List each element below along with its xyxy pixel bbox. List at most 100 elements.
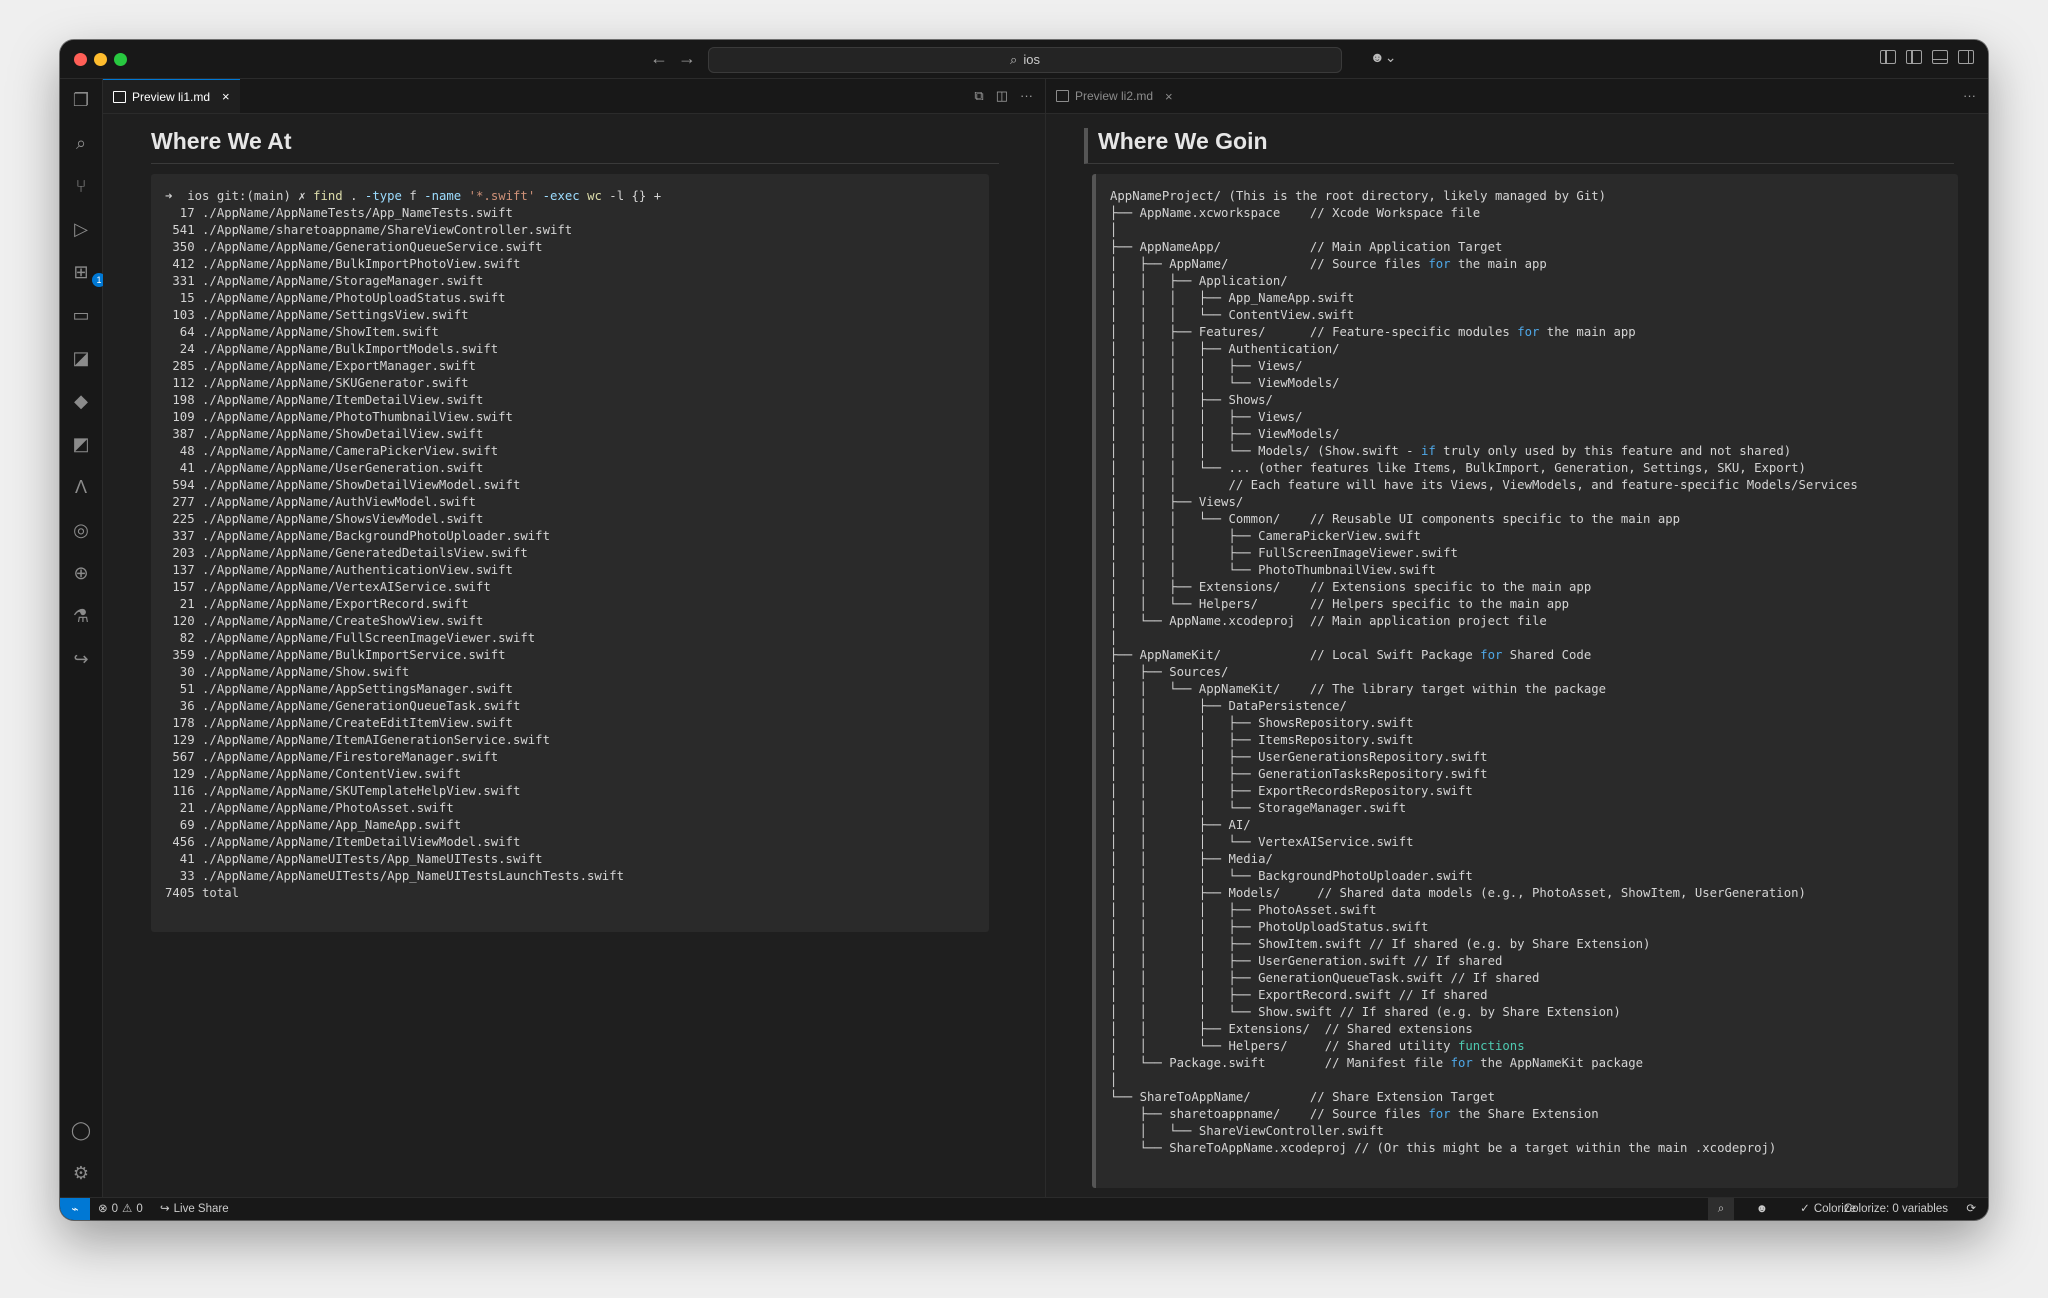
tree-line: ├── AppName.xcworkspace // Xcode Workspa… [1110, 205, 1958, 222]
swift-tools-icon[interactable]: ◩ [70, 433, 92, 455]
tree-line: ├── AppNameApp/ // Main Application Targ… [1110, 239, 1958, 256]
remote-indicator-icon[interactable]: ⌁ [60, 1198, 90, 1220]
notifications-icon[interactable]: ⟳ [1966, 1198, 1976, 1220]
swift-icon[interactable]: ◪ [70, 347, 92, 369]
text-token: Shared Code [1502, 648, 1592, 662]
output-line: 120 ./AppName/AppName/CreateShowView.swi… [165, 614, 484, 628]
gitlens-icon[interactable]: ◎ [70, 519, 92, 541]
tree-line: │ │ │ └── BackgroundPhotoUploader.swift [1110, 868, 1958, 885]
more-actions-icon[interactable]: ··· [1963, 88, 1976, 103]
settings-gear-icon[interactable]: ⚙ [70, 1162, 92, 1184]
arrow-left-icon[interactable]: ← [650, 48, 668, 68]
minimize-window-button[interactable] [94, 53, 107, 66]
colorize-variables-status[interactable]: Colorize: 0 variables [1844, 1198, 1948, 1220]
page-title: Where We Goin [1084, 128, 1954, 164]
output-line: 387 ./AppName/AppName/ShowDetailView.swi… [165, 427, 484, 441]
output-line: 41 ./AppName/AppName/UserGeneration.swif… [165, 461, 484, 475]
live-share-status[interactable]: ↪ Live Share [160, 1198, 229, 1220]
output-line: 24 ./AppName/AppName/BulkImportModels.sw… [165, 342, 499, 356]
layout-controls [1880, 50, 1974, 64]
output-line: 15 ./AppName/AppName/PhotoUploadStatus.s… [165, 291, 506, 305]
copilot-chat-icon[interactable]: ⊕ [70, 562, 92, 584]
markdown-preview-right: Where We Goin AppNameProject/ (This is t… [1046, 114, 1988, 1198]
tree-line: │ │ │ │ └── Models/ (Show.swift - if tru… [1110, 443, 1958, 460]
editor-actions-right: ··· [1963, 88, 1976, 103]
output-line: 456 ./AppName/AppName/ItemDetailViewMode… [165, 835, 521, 849]
text-token: │ │ │ └── Common/ // Reusable UI compone… [1110, 512, 1681, 526]
tree-line: │ │ │ └── ... (other features like Items… [1110, 460, 1958, 477]
output-line: 30 ./AppName/AppName/Show.swift [165, 665, 410, 679]
folder-tree-codeblock: AppNameProject/ (This is the root direct… [1092, 174, 1958, 1188]
docker-icon[interactable]: ◆ [70, 390, 92, 412]
text-token: │ ├── Sources/ [1110, 665, 1229, 679]
text-token: the Share Extension [1450, 1107, 1599, 1121]
text-token: │ [1110, 1073, 1118, 1087]
text-token: └── ShareToAppName.xcodeproj // (Or this… [1110, 1141, 1777, 1155]
run-debug-icon[interactable]: ▷ [70, 218, 92, 240]
output-line: 137 ./AppName/AppName/AuthenticationView… [165, 563, 513, 577]
split-editor-icon[interactable]: ◫ [996, 88, 1008, 104]
remote-explorer-icon[interactable]: ▭ [70, 304, 92, 326]
text-token: │ │ │ │ └── Models/ (Show.swift - [1110, 444, 1421, 458]
output-line: 594 ./AppName/AppName/ShowDetailViewMode… [165, 478, 521, 492]
text-token: │ │ │ └── StorageManager.swift [1110, 801, 1407, 815]
text-token: │ │ │ ├── ShowItem.swift // If shared (e… [1110, 937, 1651, 951]
terminal-output-codeblock: ➜ ios git:(main) ✗ find . -type f -name … [151, 174, 989, 932]
search-text: ios [1023, 52, 1040, 67]
accounts-icon[interactable]: ◯ [70, 1119, 92, 1141]
search-icon[interactable]: ⌕ [70, 132, 92, 154]
copilot-icon[interactable]: ☻⌄ [1370, 49, 1396, 66]
tab-bar-right: Preview li2.md × ··· [1046, 79, 1988, 114]
output-line: 203 ./AppName/AppName/GeneratedDetailsVi… [165, 546, 528, 560]
tree-line: │ │ │ ├── ShowItem.swift // If shared (e… [1110, 936, 1958, 953]
extensions-icon[interactable]: ⊞ 1 [70, 261, 106, 287]
text-token: │ │ │ ├── PhotoUploadStatus.swift [1110, 920, 1429, 934]
text-token: ├── AppNameApp/ // Main Application Targ… [1110, 240, 1503, 254]
text-token: │ │ │ ├── ShowsRepository.swift [1110, 716, 1414, 730]
text-token: │ │ │ └── BackgroundPhotoUploader.swift [1110, 869, 1473, 883]
toggle-secondary-sidebar-icon[interactable] [1958, 50, 1974, 64]
text-token: │ │ │ ├── CameraPickerView.swift [1110, 529, 1421, 543]
output-line: 17 ./AppName/AppNameTests/App_NameTests.… [165, 206, 513, 220]
testing-icon[interactable]: ⚗ [70, 605, 92, 627]
toggle-panel-icon[interactable] [1932, 50, 1948, 64]
keyword-token: for [1517, 325, 1540, 339]
editor-group-right: Preview li2.md × ··· Where We Goin AppNa… [1046, 79, 1988, 1198]
live-share-icon[interactable]: ↪ [70, 648, 92, 670]
customize-layout-icon[interactable] [1880, 50, 1896, 64]
warning-count: 0 [136, 1203, 143, 1215]
toggle-primary-sidebar-icon[interactable] [1906, 50, 1922, 64]
zoom-window-button[interactable] [114, 53, 127, 66]
text-token: │ │ │ ├── FullScreenImageViewer.swift [1110, 546, 1458, 560]
tab-preview-li1[interactable]: Preview li1.md × [103, 79, 240, 113]
text-token: │ └── AppName.xcodeproj // Main applicat… [1110, 614, 1547, 628]
problems-indicator[interactable]: ⊗ 0 ⚠ 0 [98, 1198, 143, 1220]
tab-preview-li2[interactable]: Preview li2.md × [1046, 79, 1183, 113]
tree-line: │ └── ShareViewController.swift [1110, 1123, 1958, 1140]
more-actions-icon[interactable]: ··· [1020, 88, 1033, 104]
text-token: │ │ │ │ ├── Views/ [1110, 410, 1303, 424]
keyword-token: if [1420, 444, 1436, 458]
text-token: │ │ ├── Extensions/ // Extensions specif… [1110, 580, 1592, 594]
error-icon: ⊗ [98, 1203, 108, 1215]
close-icon[interactable]: × [222, 89, 230, 104]
tree-line: │ │ │ ├── PhotoAsset.swift [1110, 902, 1958, 919]
arrow-right-icon[interactable]: → [678, 48, 696, 68]
output-line: 285 ./AppName/AppName/ExportManager.swif… [165, 359, 476, 373]
text-token: │ │ ├── Application/ [1110, 274, 1288, 288]
page-title: Where We At [151, 128, 999, 164]
zoom-icon[interactable]: ⌕ [1708, 1198, 1734, 1220]
text-token: │ │ │ │ └── ViewModels/ [1110, 376, 1340, 390]
tree-line: │ │ │ │ ├── Views/ [1110, 358, 1958, 375]
tree-line: │ │ │ │ └── ViewModels/ [1110, 375, 1958, 392]
close-icon[interactable]: × [1165, 89, 1173, 104]
command-center-search[interactable]: ⌕ ios [708, 47, 1342, 73]
anthropic-icon[interactable]: Λ [70, 476, 92, 498]
close-window-button[interactable] [74, 53, 87, 66]
output-line: 48 ./AppName/AppName/CameraPickerView.sw… [165, 444, 499, 458]
tree-line: │ │ │ │ ├── ViewModels/ [1110, 426, 1958, 443]
source-control-icon[interactable]: ⑂ [70, 175, 92, 197]
copilot-status-icon[interactable]: ☻ [1756, 1198, 1768, 1220]
explorer-icon[interactable]: ❐ [70, 89, 92, 111]
open-source-icon[interactable]: ⧉ [974, 88, 983, 104]
